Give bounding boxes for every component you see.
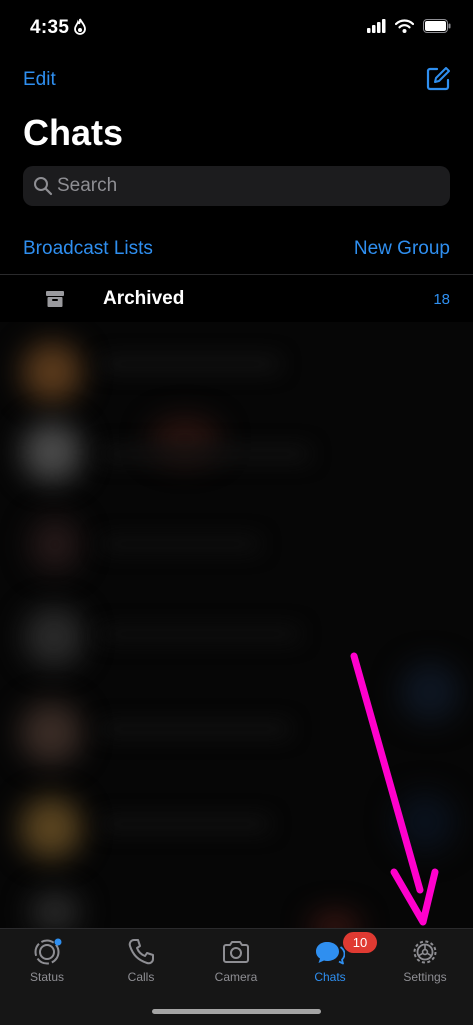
page-title: Chats [23, 112, 124, 153]
status-bar: 4:35 [0, 0, 473, 56]
new-group-link[interactable]: New Group [354, 238, 450, 260]
chat-bubbles-icon [316, 942, 345, 965]
tab-settings[interactable]: Settings [378, 929, 472, 991]
phone-icon [128, 939, 154, 965]
camera-icon [223, 941, 249, 963]
tab-label: Camera [214, 970, 258, 984]
battery-icon [423, 19, 451, 33]
search-bar [23, 166, 450, 206]
archived-row[interactable]: Archived 18 [0, 275, 473, 321]
archived-count: 18 [433, 291, 450, 308]
search-input[interactable] [57, 166, 437, 206]
list-actions: Broadcast Lists New Group [0, 238, 473, 264]
wifi-icon [395, 19, 414, 33]
gear-icon [413, 940, 437, 964]
tab-camera[interactable]: Camera [189, 929, 283, 991]
chats-unread-badge: 10 [343, 932, 377, 953]
tab-calls[interactable]: Calls [94, 929, 188, 991]
search-icon [34, 177, 53, 196]
archive-box-icon [46, 291, 64, 307]
broadcast-lists-link[interactable]: Broadcast Lists [23, 238, 153, 260]
tab-label: Settings [403, 970, 447, 984]
edit-button[interactable]: Edit [23, 69, 56, 91]
archived-label: Archived [103, 288, 185, 309]
tab-status[interactable]: Status [0, 929, 94, 991]
status-icon [34, 938, 62, 965]
status-time: 4:35 [30, 17, 70, 38]
annotation-arrow [350, 652, 439, 926]
navigation-bar: Edit [0, 64, 473, 98]
tab-label: Chats [314, 970, 346, 984]
home-indicator[interactable] [152, 1009, 321, 1014]
compose-icon[interactable] [425, 66, 451, 92]
cellular-signal-icon [367, 19, 386, 33]
fire-icon [74, 18, 86, 35]
tab-label: Status [29, 970, 65, 984]
tab-label: Calls [127, 970, 155, 984]
